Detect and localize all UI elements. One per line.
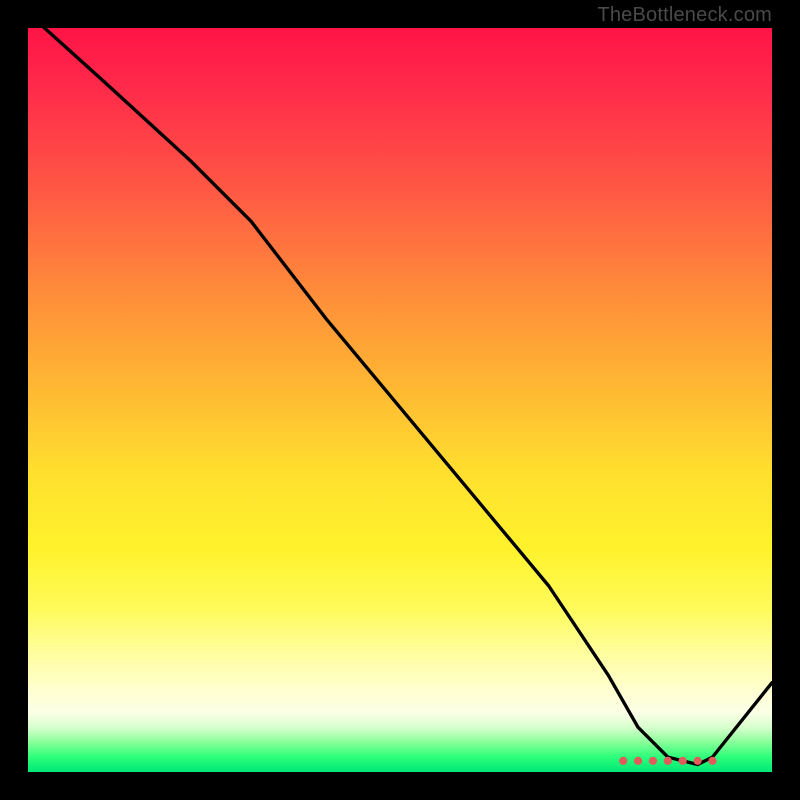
plot-area — [28, 28, 772, 772]
bottleneck-curve-line — [28, 28, 772, 765]
optimal-marker-dot — [664, 757, 672, 765]
chart-stage: TheBottleneck.com — [0, 0, 800, 800]
optimal-marker-dot — [649, 757, 657, 765]
optimal-marker-dot — [619, 757, 627, 765]
watermark-text: TheBottleneck.com — [597, 4, 772, 27]
optimal-marker-dot — [694, 757, 702, 765]
optimal-marker-dot — [708, 757, 716, 765]
optimal-marker-dot — [634, 757, 642, 765]
optimal-marker-dot — [679, 757, 687, 765]
chart-svg — [28, 28, 772, 772]
